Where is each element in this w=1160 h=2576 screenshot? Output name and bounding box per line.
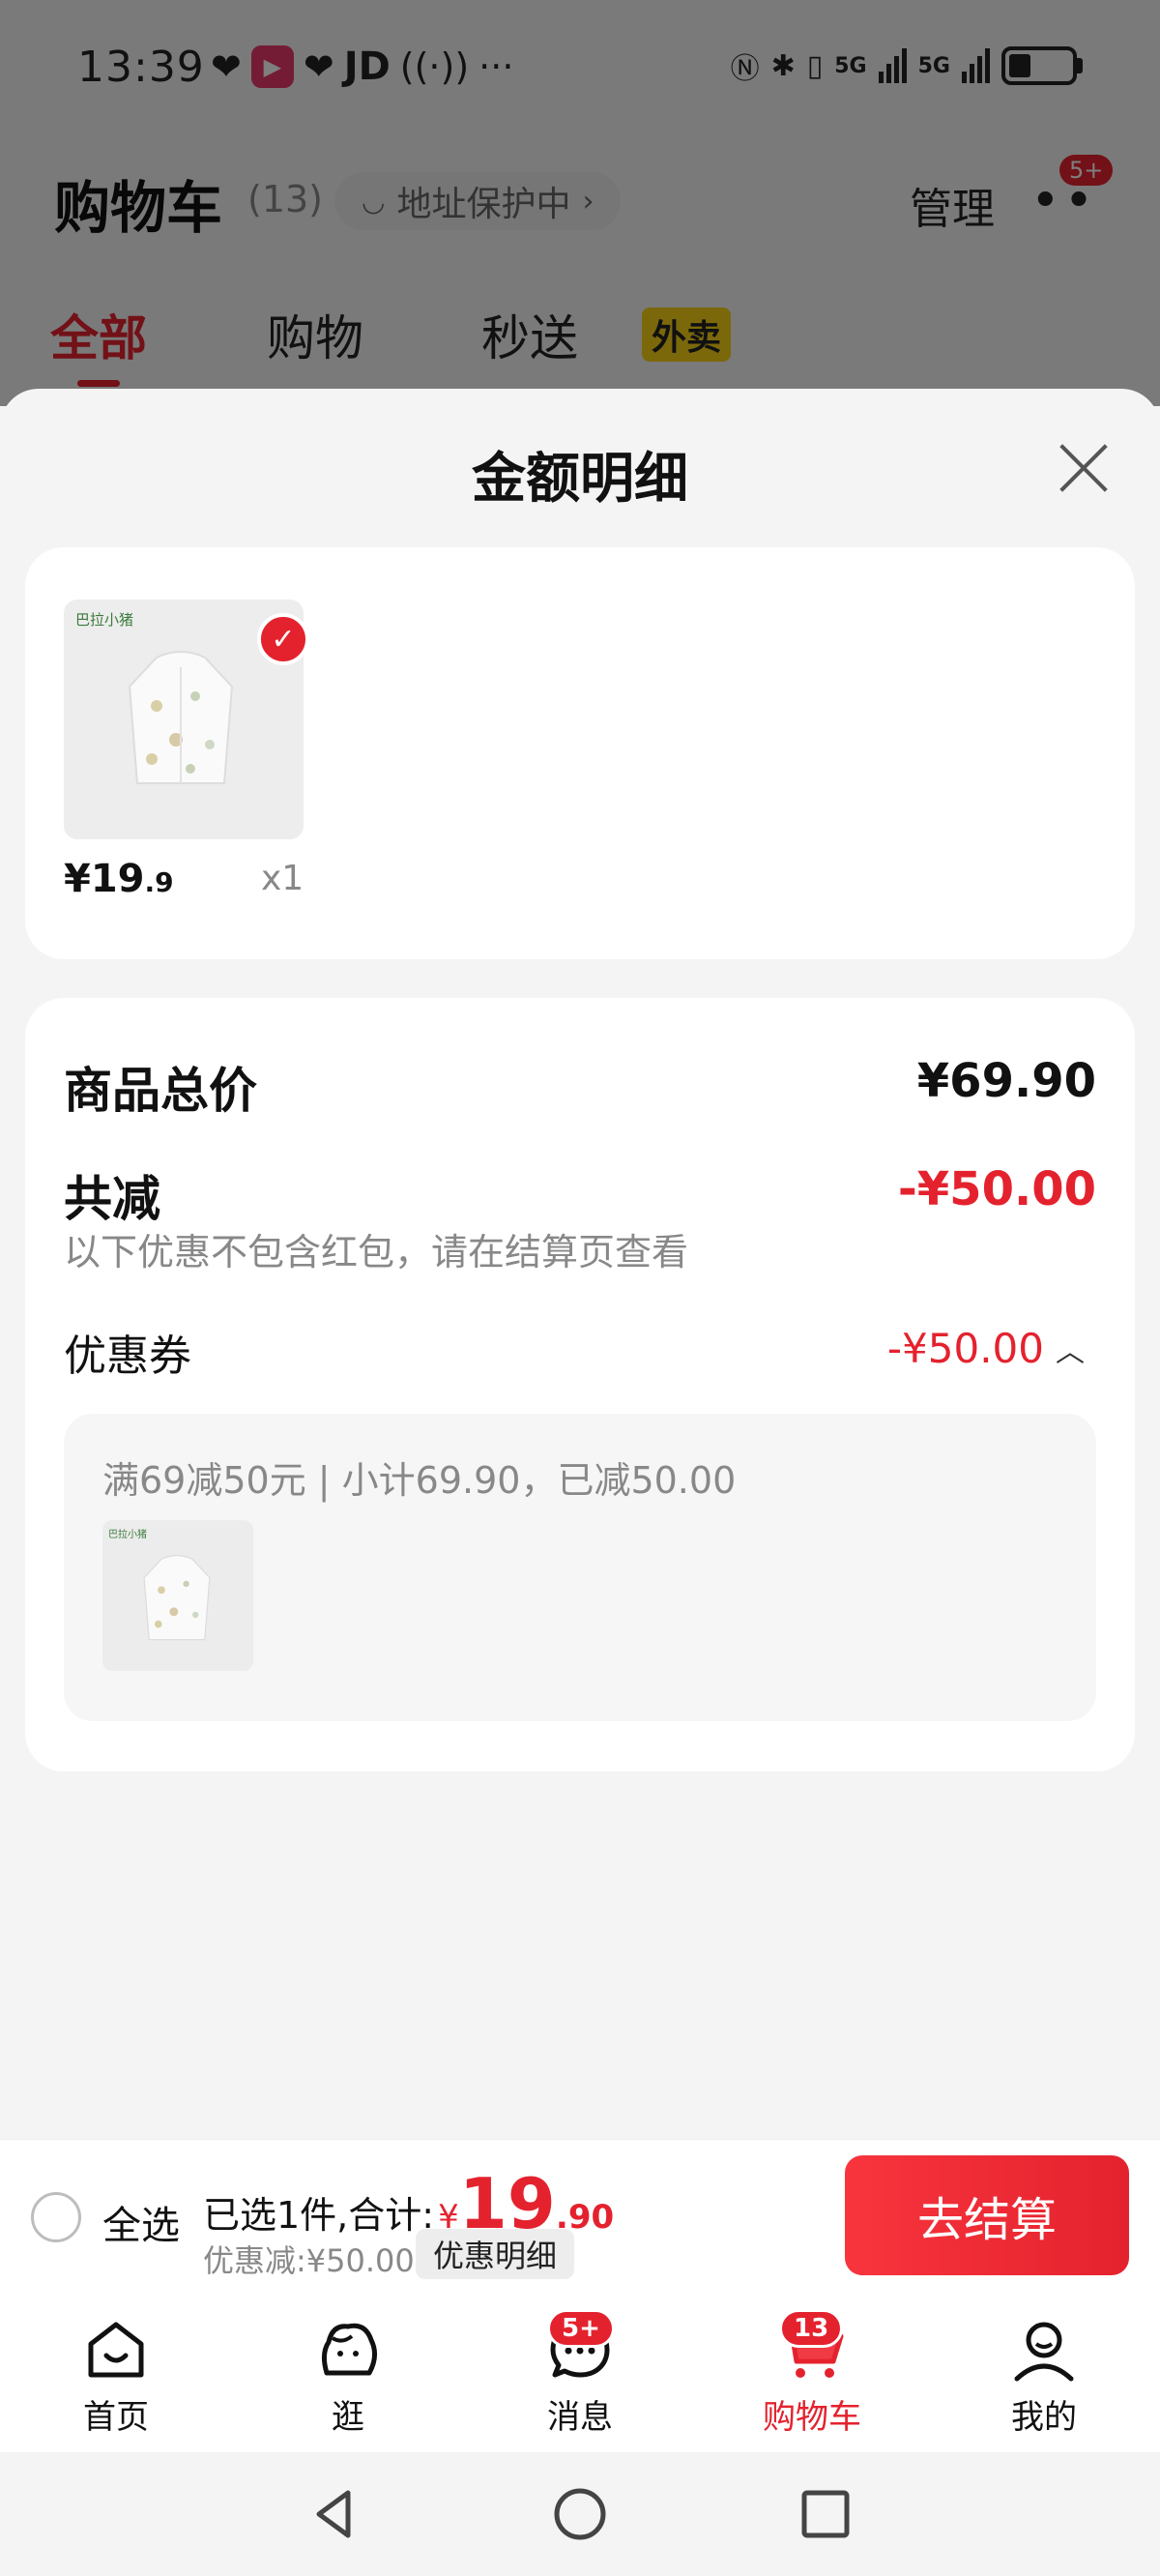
home-icon [88,2322,144,2378]
system-navigation-bar [0,2452,1160,2576]
tab-profile-label: 我的 [1011,2398,1077,2437]
brand-logo: 巴拉小猪 [75,611,134,629]
tab-explore-label: 逛 [332,2398,364,2437]
tab-home-label: 首页 [83,2398,149,2437]
coupon-detail-box: 满69减50元 | 小计69.90，已减50.00 巴拉小猪 [64,1414,1096,1721]
selected-text: 已选1件,合计: [203,2194,435,2237]
coupon-value: -¥50.00 [886,1325,1044,1372]
coupon-toggle[interactable]: -¥50.00 ︿ [887,1325,1085,1372]
tab-home[interactable]: 首页 [39,2315,193,2441]
reduction-label: 共减 [64,1171,160,1227]
checkout-button[interactable]: 去结算 [845,2155,1129,2275]
back-icon[interactable] [305,2485,363,2543]
messages-badge: 5+ [547,2309,615,2348]
tab-profile[interactable]: 我的 [967,2315,1121,2441]
amount-detail-sheet: 金额明细 巴拉小猪 ✓ ¥19.9 x1 商品总价 ¥69.90 共减 -¥50… [0,389,1160,2139]
product-quantity: x1 [261,859,304,898]
chevron-up-icon: ︿ [1056,1334,1085,1369]
total-amount-int: 19 [458,2163,556,2244]
coupon-label: 优惠券 [64,1332,191,1381]
tab-cart-label: 购物车 [763,2398,861,2437]
tab-messages[interactable]: 5+ 消息 [503,2309,657,2441]
reduction-value: -¥50.00 [897,1162,1096,1216]
bottom-tab-bar: 首页 逛 5+ 消息 13 购物车 我的 [0,2296,1160,2452]
amount-detail-card: 商品总价 ¥69.90 共减 -¥50.00 以下优惠不包含红包，请在结算页查看… [25,998,1135,1771]
product-card: 巴拉小猪 ✓ ¥19.9 x1 [25,547,1135,959]
modal-overlay[interactable] [0,0,1160,406]
reduction-note: 以下优惠不包含红包，请在结算页查看 [64,1231,689,1273]
select-all-checkbox[interactable] [31,2192,81,2242]
product-price: ¥19.9 [64,857,174,901]
select-all-label[interactable]: 全选 [102,2194,180,2250]
checked-icon[interactable]: ✓ [257,613,309,665]
home-circle-icon[interactable] [551,2485,609,2543]
jacket-image [143,1554,211,1641]
brand-logo: 巴拉小猪 [108,1530,147,1540]
coupon-product-image[interactable]: 巴拉小猪 [102,1520,253,1671]
product-price-dec: .9 [144,866,174,898]
coupon-detail-text: 满69减50元 | 小计69.90，已减50.00 [102,1459,737,1502]
total-price-label: 商品总价 [64,1063,257,1119]
tab-explore[interactable]: 逛 [271,2315,425,2441]
total-price-value: ¥69.90 [916,1054,1096,1108]
checkout-bar: 全选 已选1件,合计: ¥ 19 .90 优惠减:¥50.00 优惠明细 去结算 [0,2139,1160,2296]
sheet-title: 金额明细 [472,448,688,511]
profile-icon [1014,2322,1074,2382]
discount-detail-button[interactable]: 优惠明细 [416,2229,575,2279]
recents-icon[interactable] [797,2485,855,2543]
discount-text: 优惠减:¥50.00 [203,2242,415,2279]
close-icon[interactable] [1052,439,1110,497]
tab-cart[interactable]: 13 购物车 [735,2309,889,2441]
cart-badge: 13 [779,2309,844,2348]
product-price-int: ¥19 [64,857,145,901]
jacket-image [128,651,234,784]
explore-icon [321,2323,377,2376]
tab-messages-label: 消息 [547,2398,613,2437]
